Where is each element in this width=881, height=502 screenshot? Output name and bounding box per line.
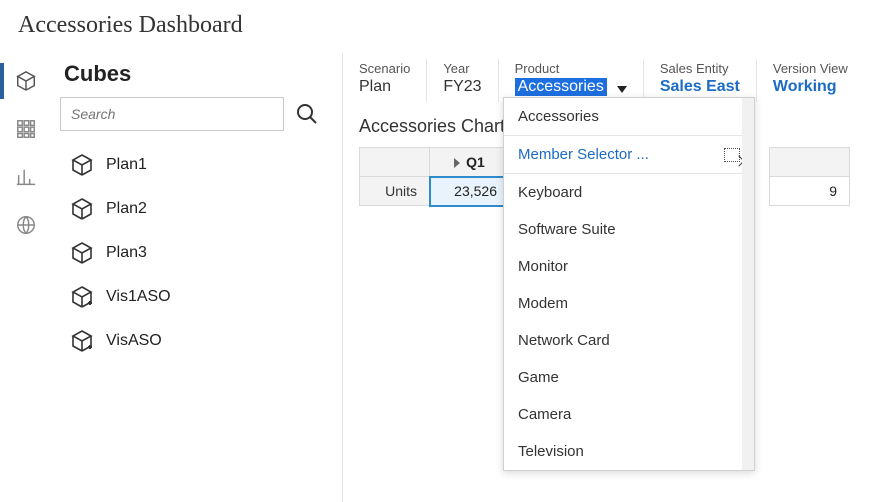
grid-col-q1[interactable]: Q1 xyxy=(430,148,510,177)
cube-item-label: Plan3 xyxy=(106,244,147,262)
dd-item-label: Accessories xyxy=(518,108,599,125)
pov-label: Scenario xyxy=(359,61,410,76)
dd-item-label: Keyboard xyxy=(518,184,582,201)
dd-item-monitor[interactable]: Monitor xyxy=(504,248,754,285)
expand-icon[interactable] xyxy=(454,158,460,168)
chevron-down-icon[interactable] xyxy=(617,86,627,93)
dd-item-label: Game xyxy=(518,369,559,386)
dd-item-label: Software Suite xyxy=(518,221,616,238)
grid-corner xyxy=(360,148,430,177)
cell-trailing[interactable]: 9 xyxy=(770,177,850,206)
pov-value-selected: Accessories xyxy=(515,78,607,96)
pov-year[interactable]: Year FY23 xyxy=(427,59,498,102)
cell-q1-units[interactable]: 23,526 xyxy=(430,177,510,206)
pov-bar: Scenario Plan Year FY23 Product Accessor… xyxy=(343,53,881,102)
cube-item-plan2[interactable]: Plan2 xyxy=(70,187,324,231)
cube-icon xyxy=(70,197,94,221)
pov-entity[interactable]: Sales Entity Sales East xyxy=(644,59,757,102)
grid-col-trailing xyxy=(770,148,850,177)
cube-list: Plan1 Plan2 Plan3 Vis1ASO VisASO xyxy=(60,143,324,363)
pov-value: Sales East xyxy=(660,78,740,96)
col-header-label: Q1 xyxy=(466,154,485,170)
dd-item-software-suite[interactable]: Software Suite xyxy=(504,211,754,248)
dd-item-modem[interactable]: Modem xyxy=(504,285,754,322)
pov-label: Version View xyxy=(773,61,848,76)
cubes-panel-title: Cubes xyxy=(60,61,324,87)
dd-item-label: Camera xyxy=(518,406,571,423)
cube-plus-icon xyxy=(70,329,94,353)
main-layout: Cubes Plan1 Plan2 Plan3 Vis1ASO xyxy=(0,53,881,502)
dd-item-network-card[interactable]: Network Card xyxy=(504,322,754,359)
dd-member-selector[interactable]: Member Selector ... xyxy=(504,135,754,174)
cube-item-plan1[interactable]: Plan1 xyxy=(70,143,324,187)
cube-item-vis1aso[interactable]: Vis1ASO xyxy=(70,275,324,319)
member-selector-icon xyxy=(724,148,740,162)
rail-chart[interactable] xyxy=(0,163,52,191)
pov-value: Working xyxy=(773,78,848,96)
search-row xyxy=(60,97,324,131)
dd-item-camera[interactable]: Camera xyxy=(504,396,754,433)
cube-item-label: VisASO xyxy=(106,332,162,350)
pov-label: Sales Entity xyxy=(660,61,740,76)
globe-icon xyxy=(15,214,37,236)
page-title: Accessories Dashboard xyxy=(0,0,881,53)
dd-item-accessories[interactable]: Accessories xyxy=(504,98,754,135)
pov-label: Year xyxy=(443,61,481,76)
rail-cube[interactable] xyxy=(0,67,52,95)
rail-globe[interactable] xyxy=(0,211,52,239)
cube-icon xyxy=(15,70,37,92)
cubes-panel: Cubes Plan1 Plan2 Plan3 Vis1ASO xyxy=(52,53,342,502)
search-input[interactable] xyxy=(60,97,284,131)
dd-item-television[interactable]: Television xyxy=(504,433,754,470)
cube-icon xyxy=(70,241,94,265)
pov-scenario[interactable]: Scenario Plan xyxy=(343,59,427,102)
dd-item-label: Member Selector ... xyxy=(518,146,649,163)
dd-item-keyboard[interactable]: Keyboard xyxy=(504,174,754,211)
cube-item-plan3[interactable]: Plan3 xyxy=(70,231,324,275)
search-button[interactable] xyxy=(290,97,324,131)
cube-item-label: Plan1 xyxy=(106,156,147,174)
pov-value: Plan xyxy=(359,78,410,96)
left-icon-rail xyxy=(0,53,52,502)
pov-label: Product xyxy=(515,61,627,76)
cube-plus-icon xyxy=(70,285,94,309)
dd-item-game[interactable]: Game xyxy=(504,359,754,396)
dd-item-label: Monitor xyxy=(518,258,568,275)
grid-icon xyxy=(15,118,37,140)
cube-item-visaso[interactable]: VisASO xyxy=(70,319,324,363)
cube-item-label: Vis1ASO xyxy=(106,288,171,306)
cube-item-label: Plan2 xyxy=(106,200,147,218)
bar-chart-icon xyxy=(15,166,37,188)
content-area: Scenario Plan Year FY23 Product Accessor… xyxy=(342,53,881,502)
product-dropdown: Accessories Member Selector ... Keyboard… xyxy=(503,97,755,471)
pov-version[interactable]: Version View Working xyxy=(757,59,864,102)
pov-product[interactable]: Product Accessories xyxy=(499,59,644,102)
dropdown-scrollbar[interactable] xyxy=(742,98,754,470)
dd-item-label: Modem xyxy=(518,295,568,312)
pov-value: FY23 xyxy=(443,78,481,96)
row-label-units[interactable]: Units xyxy=(360,177,430,206)
rail-grid[interactable] xyxy=(0,115,52,143)
dd-item-label: Network Card xyxy=(518,332,610,349)
search-icon xyxy=(295,102,319,126)
cube-icon xyxy=(70,153,94,177)
dd-item-label: Television xyxy=(518,443,584,460)
